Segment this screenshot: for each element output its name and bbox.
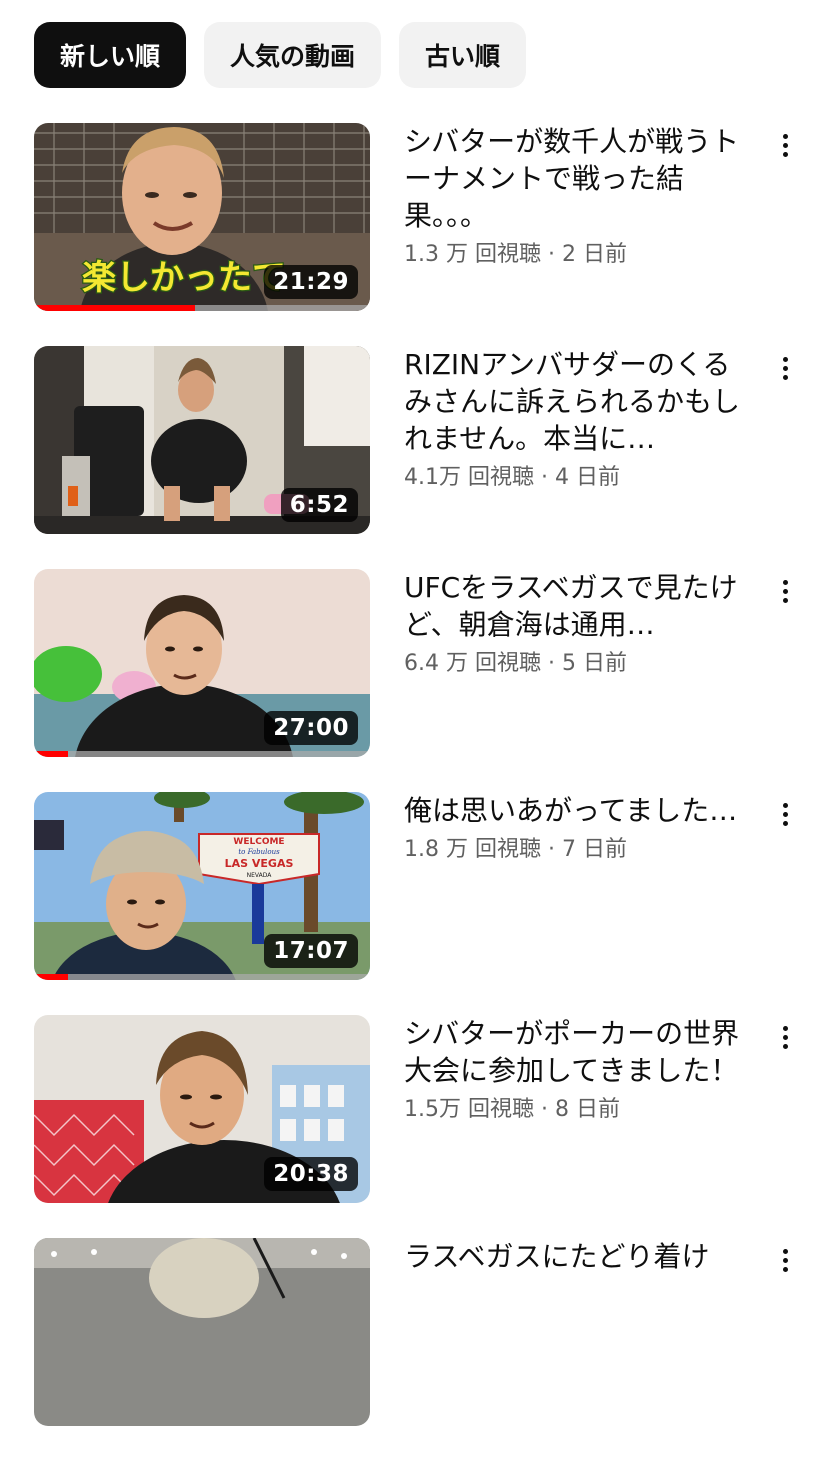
view-count: 1.8 万 回視聴 [404, 837, 541, 862]
video-duration: 20:38 [264, 1157, 358, 1191]
watch-progress [34, 974, 370, 980]
more-vert-icon[interactable] [770, 1019, 800, 1055]
meta-separator: · [540, 651, 562, 676]
more-vert-icon[interactable] [770, 1242, 800, 1278]
video-title[interactable]: UFCをラスベガスで見たけど、朝倉海は通用… [404, 569, 756, 643]
chip-newest[interactable]: 新しい順 [34, 22, 187, 88]
upload-age: 7 日前 [561, 837, 627, 862]
video-duration: 6:52 [280, 488, 358, 522]
video-duration: 27:00 [264, 711, 358, 745]
video-title[interactable]: ラスベガスにたどり着け [404, 1238, 756, 1275]
meta-separator: · [540, 837, 562, 862]
more-vert-icon[interactable] [770, 573, 800, 609]
video-item[interactable]: 20:38 シバターがポーカーの世界大会に参加してきました！ 1.5万 回視聴 … [34, 1015, 819, 1238]
video-meta: 1.5万 回視聴 · 8 日前 [404, 1091, 756, 1123]
video-title[interactable]: RIZINアンバサダーのくるみさんに訴えられるかもしれません。本当に… [404, 346, 756, 457]
sign-las-vegas: LAS VEGAS [225, 857, 294, 870]
upload-age: 2 日前 [561, 242, 627, 267]
sign-fabulous: to Fabulous [238, 848, 280, 856]
thumbnail-caption: 楽しかったて [82, 258, 286, 298]
video-item[interactable]: ラスベガスにたどり着け [34, 1238, 819, 1461]
video-meta: 1.8 万 回視聴 · 7 日前 [404, 831, 756, 863]
video-thumbnail[interactable]: WELCOME to Fabulous LAS VEGAS NEVADA 17:… [34, 792, 370, 980]
watch-progress [34, 751, 370, 757]
video-duration: 17:07 [264, 934, 358, 968]
video-thumbnail[interactable]: 27:00 [34, 569, 370, 757]
video-meta: 4.1万 回視聴 · 4 日前 [404, 459, 756, 491]
video-title[interactable]: シバターが数千人が戦うトーナメントで戦った結果。。。 [404, 123, 756, 234]
upload-age: 5 日前 [561, 651, 627, 676]
video-thumbnail[interactable]: 楽しかったて 21:29 [34, 123, 370, 311]
chip-oldest[interactable]: 古い順 [399, 22, 527, 88]
sign-welcome: WELCOME [233, 837, 284, 847]
thumbnail-image [34, 1238, 370, 1426]
chip-popular[interactable]: 人気の動画 [204, 22, 382, 88]
view-count: 4.1万 回視聴 [404, 465, 534, 490]
meta-separator: · [533, 465, 555, 490]
view-count: 6.4 万 回視聴 [404, 651, 541, 676]
video-item[interactable]: 楽しかったて 21:29 シバターが数千人が戦うトーナメントで戦った結果。。。 … [34, 123, 819, 346]
video-thumbnail[interactable]: 6:52 [34, 346, 370, 534]
upload-age: 4 日前 [554, 465, 620, 490]
meta-separator: · [533, 1097, 555, 1122]
sign-nevada: NEVADA [247, 872, 273, 879]
more-vert-icon[interactable] [770, 350, 800, 386]
video-thumbnail[interactable] [34, 1238, 370, 1426]
more-vert-icon[interactable] [770, 127, 800, 163]
video-duration: 21:29 [264, 265, 358, 299]
view-count: 1.5万 回視聴 [404, 1097, 534, 1122]
video-title[interactable]: シバターがポーカーの世界大会に参加してきました！ [404, 1015, 756, 1089]
video-meta: 6.4 万 回視聴 · 5 日前 [404, 645, 756, 677]
video-thumbnail[interactable]: 20:38 [34, 1015, 370, 1203]
video-title[interactable]: 俺は思いあがってました… [404, 792, 756, 829]
video-item[interactable]: 6:52 RIZINアンバサダーのくるみさんに訴えられるかもしれません。本当に…… [34, 346, 819, 569]
video-meta: 1.3 万 回視聴 · 2 日前 [404, 236, 756, 268]
more-vert-icon[interactable] [770, 796, 800, 832]
video-item[interactable]: WELCOME to Fabulous LAS VEGAS NEVADA 17:… [34, 792, 819, 1015]
view-count: 1.3 万 回視聴 [404, 242, 541, 267]
sort-filter-chips: 新しい順 人気の動画 古い順 [34, 22, 527, 88]
upload-age: 8 日前 [554, 1097, 620, 1122]
meta-separator: · [540, 242, 562, 267]
watch-progress [34, 305, 370, 311]
video-item[interactable]: 27:00 UFCをラスベガスで見たけど、朝倉海は通用… 6.4 万 回視聴 ·… [34, 569, 819, 792]
video-list: 楽しかったて 21:29 シバターが数千人が戦うトーナメントで戦った結果。。。 … [34, 123, 819, 1461]
